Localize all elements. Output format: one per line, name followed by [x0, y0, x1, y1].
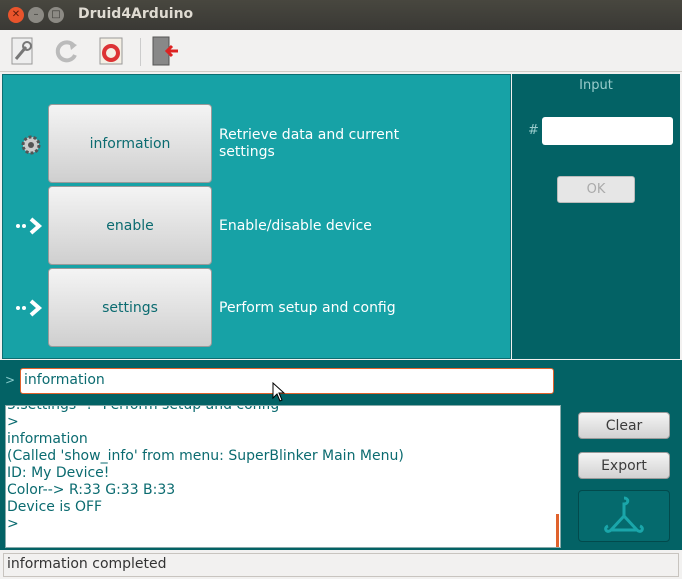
menu-desc-enable: Enable/disable device — [219, 218, 372, 234]
settings-wrench-icon[interactable] — [8, 36, 38, 66]
command-input[interactable]: information — [20, 368, 554, 394]
output-line: Device is OFF — [7, 499, 103, 515]
menu-button-information[interactable]: information — [48, 104, 212, 183]
menu-button-settings[interactable]: settings — [48, 268, 212, 347]
toolbar — [0, 30, 682, 72]
exit-door-icon[interactable] — [150, 36, 180, 66]
output-line: information — [7, 431, 88, 447]
status-bar: information completed — [3, 553, 679, 577]
title-bar: ✕ – □ Druid4Arduino — [0, 0, 682, 30]
logo-triskelion-icon — [578, 490, 670, 542]
ok-button[interactable]: OK — [557, 176, 635, 203]
reload-icon[interactable] — [52, 36, 82, 66]
command-prompt: > — [5, 373, 16, 387]
help-lifebuoy-icon[interactable] — [96, 36, 126, 66]
input-panel-title: Input — [579, 78, 613, 93]
toolbar-separator — [140, 38, 141, 66]
gear-icon — [15, 129, 45, 159]
export-button[interactable]: Export — [578, 452, 670, 479]
minimize-button[interactable]: – — [28, 7, 44, 23]
output-line: 3.settings -?- Perform setup and config — [7, 405, 280, 413]
input-panel: Input # OK — [512, 74, 680, 359]
arrow-right-icon — [15, 211, 45, 241]
number-input[interactable] — [542, 117, 673, 145]
menu-desc-settings: Perform setup and config — [219, 300, 396, 316]
hash-label: # — [528, 123, 539, 138]
output-console: 3.settings -?- Perform setup and config … — [5, 405, 561, 548]
output-line: (Called 'show_info' from menu: SuperBlin… — [7, 448, 404, 464]
window-title: Druid4Arduino — [78, 6, 194, 22]
menu-desc-information: Retrieve data and current settings — [219, 127, 400, 160]
close-button[interactable]: ✕ — [8, 7, 24, 23]
menu-button-enable[interactable]: enable — [48, 186, 212, 265]
output-line: Color--> R:33 G:33 B:33 — [7, 482, 176, 498]
clear-button[interactable]: Clear — [578, 412, 670, 439]
output-line: > — [7, 516, 19, 532]
output-line: ID: My Device! — [7, 465, 110, 481]
maximize-button[interactable]: □ — [48, 7, 64, 23]
menu-panel: information Retrieve data and current se… — [2, 74, 511, 359]
scrollbar-thumb[interactable] — [556, 514, 559, 547]
arrow-right-icon — [15, 293, 45, 323]
output-line: > — [7, 414, 19, 430]
mouse-cursor-icon — [272, 382, 286, 402]
